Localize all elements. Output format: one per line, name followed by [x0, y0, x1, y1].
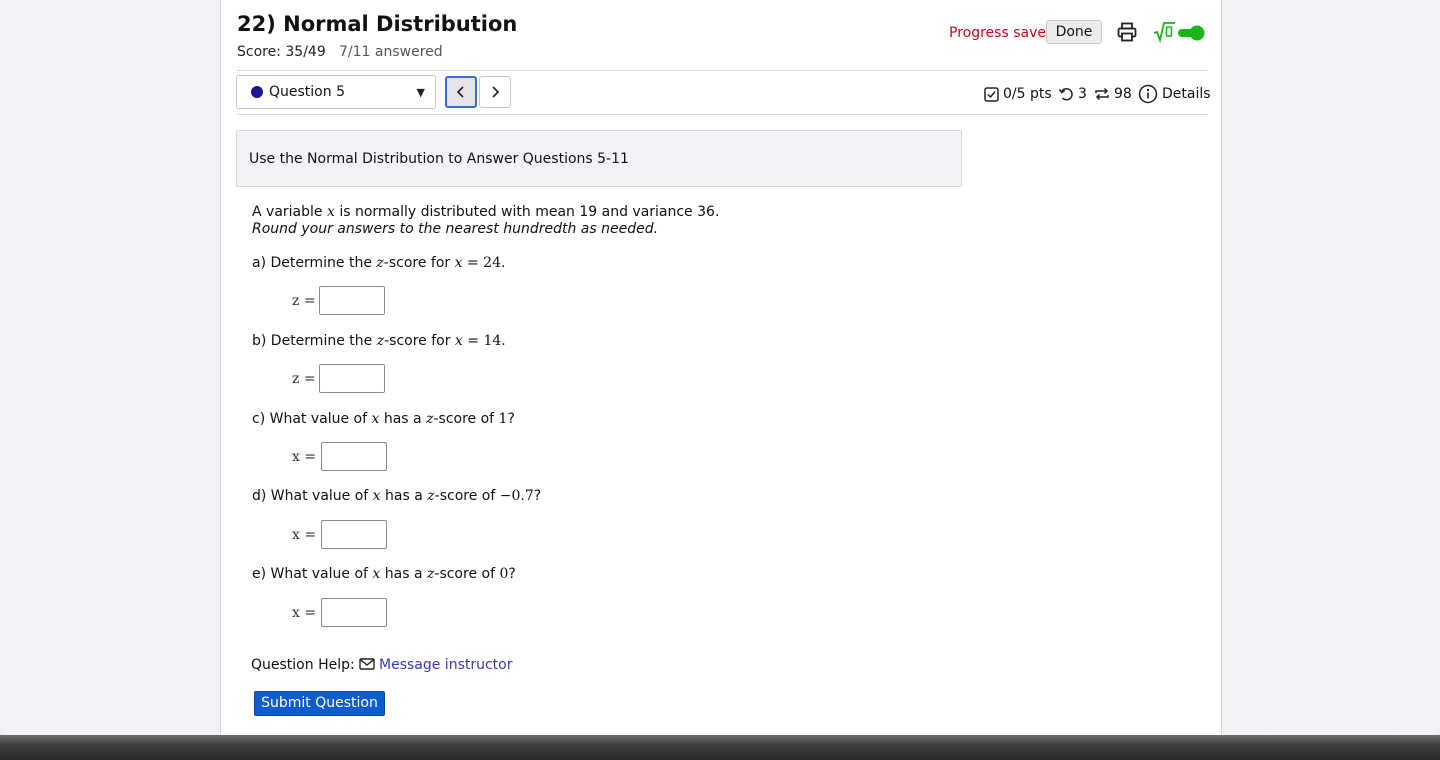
question-select-label: Question 5: [269, 84, 345, 100]
part-a-prompt: a) Determine the z-score for x = 24.: [252, 255, 506, 271]
checkbox-icon: [984, 86, 999, 102]
math-toggle-switch[interactable]: [1177, 25, 1205, 41]
instructions-box: Use the Normal Distribution to Answer Qu…: [236, 130, 962, 187]
part-b-prompt: b) Determine the z-score for x = 14.: [252, 333, 506, 349]
retries-count: 3: [1078, 86, 1087, 102]
points-text: 0/5 pts: [1003, 86, 1052, 102]
chevron-right-icon: [492, 86, 500, 98]
instructions-text: Use the Normal Distribution to Answer Qu…: [249, 151, 629, 167]
header-divider: [237, 70, 1207, 71]
undo-icon: [1058, 88, 1073, 101]
points-indicator: 0/5 pts: [984, 84, 1052, 104]
done-button[interactable]: Done: [1046, 20, 1102, 44]
chevron-left-icon: [456, 86, 464, 98]
desktop-background: [0, 735, 1440, 760]
part-a-answer-input[interactable]: [319, 286, 385, 315]
part-c-answer-input[interactable]: [321, 442, 387, 471]
assignment-panel: 22) Normal Distribution Score: 35/49 7/1…: [220, 0, 1222, 735]
question-status-dot: [251, 86, 263, 98]
question-intro: A variable x is normally distributed wit…: [252, 204, 720, 220]
info-icon: [1138, 84, 1158, 104]
question-select[interactable]: Question 5 ▼: [236, 75, 436, 109]
question-help-label: Question Help:: [251, 657, 355, 673]
repeat-icon: [1095, 87, 1109, 101]
part-d-answer-input[interactable]: [321, 520, 387, 549]
caret-down-icon: ▼: [416, 86, 425, 99]
part-e-answer-input[interactable]: [321, 598, 387, 627]
next-question-button[interactable]: [479, 76, 511, 108]
part-b-label: z =: [292, 371, 316, 387]
part-e-prompt: e) What value of x has a z-score of 0?: [252, 566, 516, 582]
assignment-title: 22) Normal Distribution: [237, 12, 518, 36]
details-button[interactable]: Details: [1138, 84, 1211, 104]
part-a-label: z =: [292, 293, 316, 309]
envelope-icon[interactable]: [359, 657, 375, 671]
toolbar-divider: [237, 114, 1207, 115]
retries-indicator: 3: [1058, 84, 1087, 104]
part-c-label: x =: [292, 449, 317, 465]
submit-question-button[interactable]: Submit Question: [254, 691, 385, 716]
details-label: Details: [1162, 86, 1211, 102]
attempts-indicator: 98: [1094, 84, 1132, 104]
math-input-icon[interactable]: [1152, 20, 1176, 44]
part-b-answer-input[interactable]: [319, 364, 385, 393]
part-c-prompt: c) What value of x has a z-score of 1?: [252, 411, 515, 427]
progress-status: Progress saved: [949, 25, 1055, 41]
part-e-label: x =: [292, 605, 317, 621]
rounding-instruction: Round your answers to the nearest hundre…: [252, 221, 659, 237]
print-icon[interactable]: [1116, 21, 1138, 43]
previous-question-button[interactable]: [445, 76, 477, 108]
answered-count: 7/11 answered: [339, 44, 443, 60]
score-text: Score: 35/49: [237, 44, 326, 60]
part-d-label: x =: [292, 527, 317, 543]
attempts-count: 98: [1114, 86, 1132, 102]
message-instructor-link[interactable]: Message instructor: [379, 657, 513, 673]
part-d-prompt: d) What value of x has a z-score of −0.7…: [252, 488, 542, 504]
